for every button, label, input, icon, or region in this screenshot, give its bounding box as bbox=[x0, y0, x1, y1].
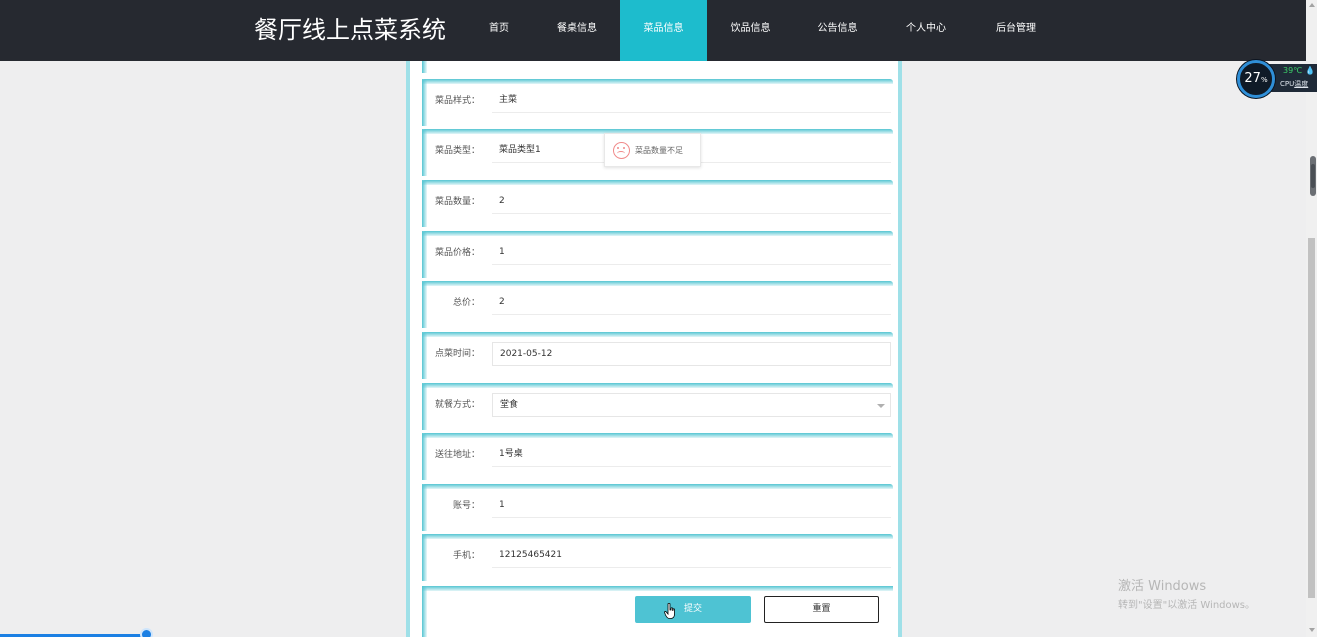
dish-quantity-input[interactable]: 2 bbox=[492, 190, 891, 214]
sad-face-icon bbox=[613, 142, 630, 159]
row-decoration bbox=[422, 180, 893, 185]
nav-admin[interactable]: 后台管理 bbox=[971, 0, 1061, 61]
water-drop-icon: 💧 bbox=[1305, 66, 1315, 75]
side-slider-knob[interactable] bbox=[1311, 164, 1315, 188]
activation-watermark-title: 激活 Windows bbox=[1118, 579, 1207, 594]
total-price-input[interactable]: 2 bbox=[492, 291, 891, 315]
scroll-up-icon[interactable] bbox=[1309, 3, 1315, 7]
field-label: 点菜时间： bbox=[434, 349, 480, 359]
cpu-temp-label: CPU温度 bbox=[1280, 80, 1309, 88]
progress-handle bbox=[140, 628, 153, 637]
row-decoration bbox=[422, 383, 893, 388]
field-label: 菜品数量： bbox=[434, 197, 480, 207]
cpu-monitor-widget[interactable]: 27% 39℃ 💧 CPU温度 bbox=[1237, 60, 1317, 98]
hand-cursor-icon bbox=[664, 603, 675, 619]
field-row-dish-quantity: 菜品数量： 2 bbox=[422, 180, 893, 227]
field-row-delivery-address: 送往地址： 1号桌 bbox=[422, 433, 893, 480]
cpu-usage-value: 27% bbox=[1244, 71, 1268, 86]
cpu-temp-value: 39℃ bbox=[1283, 66, 1303, 75]
row-decoration bbox=[422, 586, 893, 591]
error-toast: 菜品数量不足 bbox=[604, 133, 701, 167]
field-label: 菜品样式： bbox=[434, 96, 480, 106]
page-load-progress bbox=[0, 628, 153, 637]
cpu-usage-ring: 27% bbox=[1237, 60, 1275, 98]
field-label: 菜品价格： bbox=[434, 248, 480, 258]
field-label: 就餐方式： bbox=[434, 400, 480, 410]
phone-input[interactable]: 12125465421 bbox=[492, 544, 891, 568]
row-decoration bbox=[422, 534, 893, 539]
field-row-total-price: 总价： 2 bbox=[422, 281, 893, 328]
nav-home[interactable]: 首页 bbox=[464, 0, 534, 61]
scroll-down-icon[interactable] bbox=[1309, 628, 1315, 632]
chevron-down-icon[interactable] bbox=[877, 404, 885, 408]
site-title[interactable]: 餐厅线上点菜系统 bbox=[254, 13, 446, 47]
row-decoration bbox=[422, 433, 893, 438]
nav-dishes[interactable]: 菜品信息 bbox=[620, 0, 707, 61]
order-time-input[interactable]: 2021-05-12 bbox=[492, 342, 891, 366]
field-row-phone: 手机： 12125465421 bbox=[422, 534, 893, 581]
side-slider[interactable] bbox=[1310, 156, 1316, 196]
field-label: 手机： bbox=[452, 551, 480, 561]
nav-notices[interactable]: 公告信息 bbox=[794, 0, 881, 61]
row-decoration bbox=[422, 61, 427, 73]
main-nav: 首页 餐桌信息 菜品信息 饮品信息 公告信息 个人中心 后台管理 bbox=[464, 0, 1061, 61]
top-navbar: 餐厅线上点菜系统 首页 餐桌信息 菜品信息 饮品信息 公告信息 个人中心 后台管… bbox=[0, 0, 1306, 61]
field-label: 总价： bbox=[452, 298, 480, 308]
row-decoration bbox=[422, 79, 893, 84]
field-row-dining-mode: 就餐方式： 堂食 bbox=[422, 383, 893, 430]
dining-mode-value: 堂食 bbox=[500, 400, 519, 410]
field-label: 送往地址： bbox=[434, 450, 480, 460]
row-decoration bbox=[422, 332, 893, 337]
account-input[interactable]: 1 bbox=[492, 494, 891, 518]
row-decoration bbox=[422, 484, 893, 489]
row-decoration bbox=[422, 231, 893, 236]
row-decoration bbox=[422, 586, 427, 637]
field-row-account: 账号： 1 bbox=[422, 484, 893, 531]
field-label: 账号： bbox=[452, 501, 480, 511]
activation-watermark-hint: 转到"设置"以激活 Windows。 bbox=[1118, 600, 1256, 611]
field-label: 菜品类型： bbox=[434, 146, 480, 156]
field-row-dish-price: 菜品价格： 1 bbox=[422, 231, 893, 278]
nav-profile[interactable]: 个人中心 bbox=[881, 0, 971, 61]
delivery-address-input[interactable]: 1号桌 bbox=[492, 443, 891, 467]
dining-mode-select[interactable]: 堂食 bbox=[492, 393, 891, 417]
nav-drinks[interactable]: 饮品信息 bbox=[707, 0, 794, 61]
reset-button[interactable]: 重置 bbox=[764, 596, 879, 623]
toast-message: 菜品数量不足 bbox=[635, 146, 683, 155]
dish-style-input[interactable]: 主菜 bbox=[492, 89, 891, 113]
field-row-order-time: 点菜时间： 2021-05-12 bbox=[422, 332, 893, 379]
nav-tables[interactable]: 餐桌信息 bbox=[534, 0, 620, 61]
submit-button[interactable]: 提交 bbox=[635, 596, 751, 623]
row-decoration bbox=[422, 281, 893, 286]
dish-price-input[interactable]: 1 bbox=[492, 241, 891, 265]
field-row-dish-style: 菜品样式： 主菜 bbox=[422, 79, 893, 126]
form-actions: 提交 重置 bbox=[422, 586, 893, 637]
scrollbar-thumb[interactable] bbox=[1308, 238, 1315, 598]
